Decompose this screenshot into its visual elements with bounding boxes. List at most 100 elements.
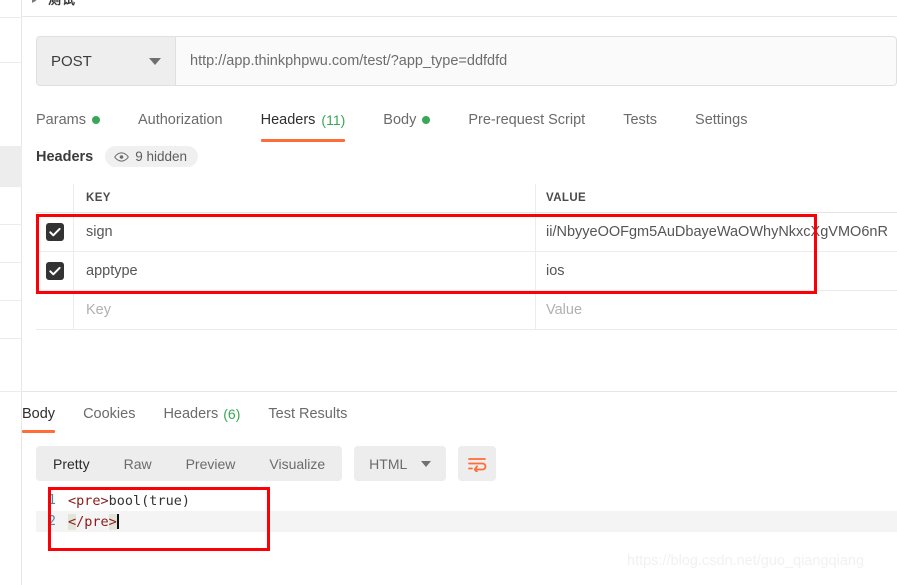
hidden-headers-label: 9 hidden: [135, 149, 188, 164]
expand-caret-icon[interactable]: ▸: [32, 0, 37, 6]
table-new-row[interactable]: Key Value: [36, 291, 897, 330]
postman-window: ▸ 测试 POST http://app.thinkphpwu.com/test…: [0, 0, 897, 585]
headers-title: Headers: [36, 148, 94, 165]
rail-active-segment[interactable]: [0, 146, 22, 186]
tab-tests-label: Tests: [623, 112, 658, 128]
view-mode-group: Pretty Raw Preview Visualize: [36, 446, 343, 481]
view-mode-visualize[interactable]: Visualize: [252, 446, 342, 481]
wrap-lines-button[interactable]: [458, 446, 497, 481]
code-tag-name: pre: [76, 492, 101, 509]
collection-label: 测试: [48, 0, 76, 8]
code-open-bracket: <: [68, 492, 77, 509]
http-method-label: POST: [51, 52, 92, 70]
rail-divider: [0, 338, 22, 339]
table-row[interactable]: apptype ios: [36, 252, 897, 291]
new-row-key-placeholder: Key: [86, 302, 111, 318]
column-header-key: KEY: [86, 192, 111, 204]
new-row-key-input[interactable]: Key: [74, 291, 536, 329]
tab-pre-request-script[interactable]: Pre-request Script: [468, 102, 585, 138]
view-mode-preview[interactable]: Preview: [169, 446, 253, 481]
table-row[interactable]: sign ii/NbyyeOOFgm5AuDbayeWaOWhyNkxcXgVM…: [36, 213, 897, 252]
tab-params[interactable]: Params: [36, 102, 100, 138]
code-close-bracket: >: [100, 492, 109, 509]
eye-icon: [114, 151, 130, 162]
view-mode-raw[interactable]: Raw: [107, 446, 169, 481]
rail-divider: [0, 262, 22, 263]
code-line: 2 </pre>: [36, 511, 897, 532]
response-body-editor[interactable]: 1 <pre>bool(true) 2 </pre>: [36, 490, 897, 550]
request-tabs: Params Authorization Headers (11) Body P…: [36, 102, 897, 142]
tab-tests[interactable]: Tests: [623, 102, 657, 138]
tab-headers-label: Headers: [260, 112, 316, 128]
tab-authorization[interactable]: Authorization: [138, 102, 223, 138]
rail-divider: [0, 224, 22, 225]
row-value-text: ii/NbyyeOOFgm5AuDbayeWaOWhyNkxcXgVMO6nR: [546, 224, 888, 240]
response-tab-test-results[interactable]: Test Results: [268, 398, 347, 430]
response-format-select[interactable]: HTML: [354, 446, 447, 481]
tab-authorization-label: Authorization: [137, 112, 223, 128]
response-tab-headers[interactable]: Headers (6): [163, 398, 240, 430]
new-row-value-input[interactable]: Value: [536, 291, 897, 329]
column-header-value: VALUE: [546, 192, 587, 204]
wrap-lines-icon: [468, 457, 487, 472]
table-header-row: KEY VALUE: [36, 184, 897, 213]
http-method-select[interactable]: POST: [36, 36, 176, 86]
rail-divider: [0, 391, 22, 392]
header-checkbox-cell: [36, 184, 74, 212]
code-open-bracket: <: [68, 513, 77, 530]
row-value-cell[interactable]: ios: [536, 252, 897, 290]
modified-dot-icon: [422, 116, 431, 124]
active-tab-underline: [22, 430, 56, 433]
text-cursor: [116, 513, 119, 529]
watermark: https://blog.csdn.net/guo_qiangqiang: [627, 553, 865, 569]
row-key-text: sign: [86, 224, 113, 240]
active-tab-underline: [260, 139, 346, 142]
rail-divider: [0, 186, 22, 187]
response-format-label: HTML: [369, 455, 408, 472]
row-key-text: apptype: [86, 263, 138, 279]
view-mode-pretty[interactable]: Pretty: [36, 446, 107, 481]
response-viewer-toolbar: Pretty Raw Preview Visualize HTML: [36, 446, 497, 481]
panel-divider: [22, 391, 897, 392]
tab-settings[interactable]: Settings: [695, 102, 747, 138]
code-line-content: </pre>: [68, 513, 119, 530]
row-value-text: ios: [546, 263, 565, 279]
headers-table: KEY VALUE sign ii/NbyyeOOFgm5AuDbayeWaOW…: [36, 184, 897, 330]
rail-divider: [0, 300, 22, 301]
row-key-cell[interactable]: apptype: [74, 252, 536, 290]
response-tab-cookies-label: Cookies: [83, 406, 136, 422]
code-line: 1 <pre>bool(true): [36, 490, 897, 511]
tab-pre-request-script-label: Pre-request Script: [468, 112, 586, 128]
line-number: 1: [48, 493, 56, 508]
new-row-checkbox-cell: [36, 291, 74, 329]
line-number: 2: [48, 514, 56, 529]
row-checkbox-checked[interactable]: [45, 223, 64, 241]
chevron-down-icon: [149, 57, 161, 65]
tab-headers[interactable]: Headers (11): [260, 102, 346, 142]
tab-settings-label: Settings: [695, 112, 748, 128]
check-icon: [48, 227, 61, 237]
response-tab-headers-count: (6): [223, 406, 241, 422]
rail-divider: [0, 146, 22, 147]
response-tab-body[interactable]: Body: [22, 398, 56, 433]
tab-body-label: Body: [383, 112, 417, 128]
row-checkbox-cell[interactable]: [36, 213, 74, 251]
response-tab-headers-label: Headers: [163, 406, 219, 422]
tab-params-label: Params: [36, 112, 86, 128]
row-checkbox-checked[interactable]: [45, 262, 64, 280]
row-value-cell[interactable]: ii/NbyyeOOFgm5AuDbayeWaOWhyNkxcXgVMO6nR: [536, 213, 897, 251]
request-url-bar: POST http://app.thinkphpwu.com/test/?app…: [36, 36, 897, 86]
response-tabs: Body Cookies Headers (6) Test Results: [22, 398, 347, 433]
collection-row-partial[interactable]: ▸ 测试: [22, 0, 897, 17]
row-checkbox-cell[interactable]: [36, 252, 74, 290]
tab-headers-count: (11): [321, 112, 346, 128]
new-row-value-placeholder: Value: [546, 302, 583, 318]
row-key-cell[interactable]: sign: [74, 213, 536, 251]
code-text: bool(true): [108, 492, 190, 509]
url-text: http://app.thinkphpwu.com/test/?app_type…: [190, 53, 508, 69]
hidden-headers-toggle[interactable]: 9 hidden: [105, 146, 199, 167]
response-tab-cookies[interactable]: Cookies: [83, 398, 135, 430]
response-tab-test-results-label: Test Results: [268, 406, 348, 422]
url-input[interactable]: http://app.thinkphpwu.com/test/?app_type…: [176, 36, 897, 86]
tab-body[interactable]: Body: [383, 102, 431, 138]
